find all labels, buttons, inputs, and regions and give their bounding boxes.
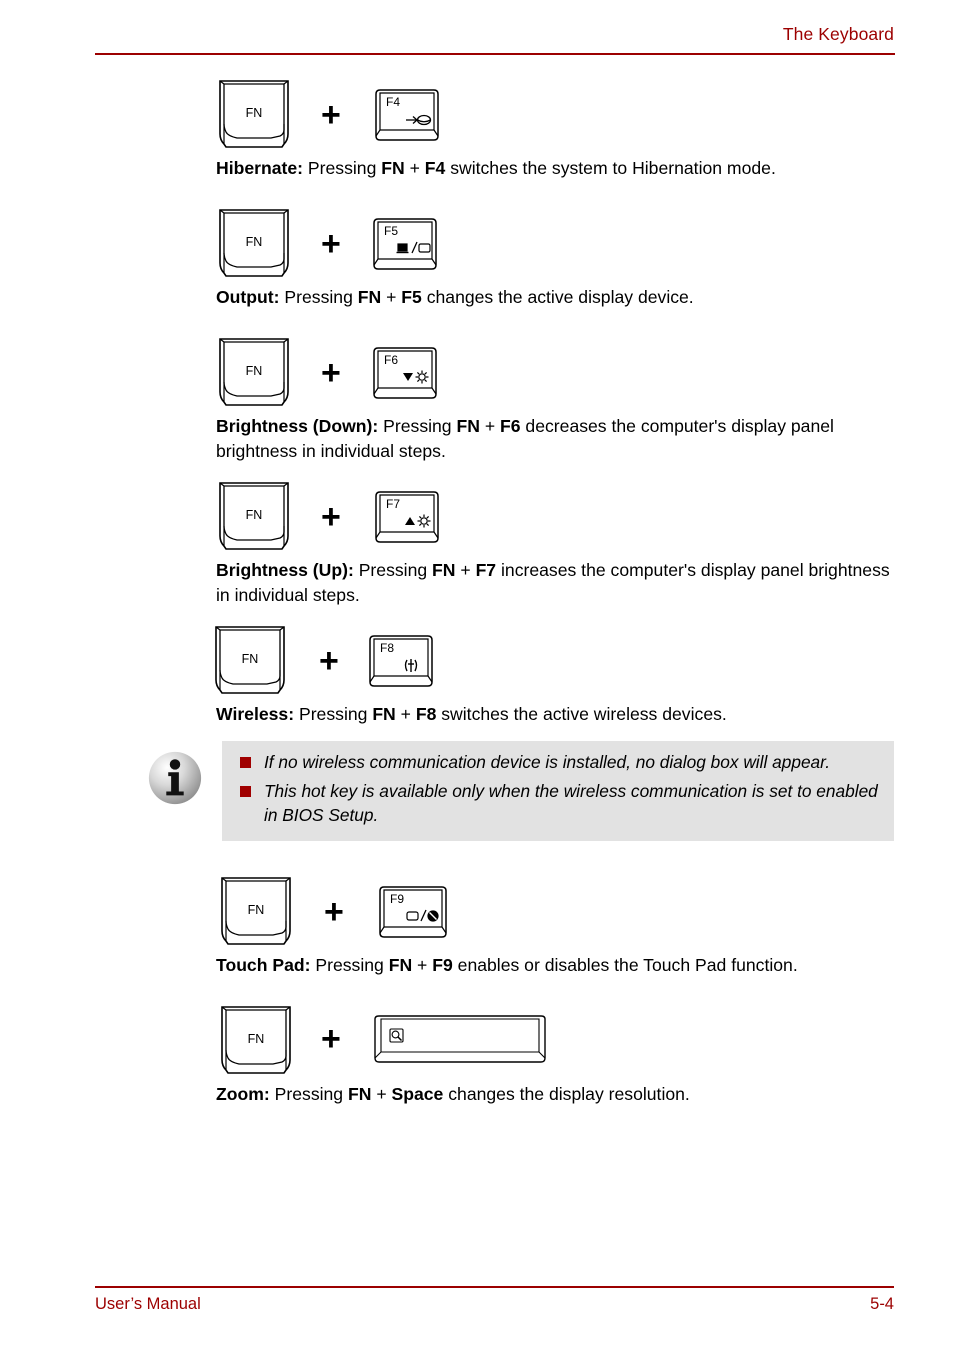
desc-hibernate: Hibernate: Pressing FN + F4 switches the… [0, 156, 954, 181]
fn-key-label: FN [246, 508, 263, 522]
hotkey-block-hibernate: FN + F4 Hibernate: Pressing FN + F4 swit… [0, 78, 954, 181]
note-bullet-icon [240, 757, 251, 768]
page-header: The Keyboard [95, 24, 895, 58]
key-row-f5: FN + F5 [0, 207, 954, 285]
header-divider [95, 53, 895, 55]
note-panel: If no wireless communication device is i… [222, 741, 894, 841]
fn-keycap: FN [219, 338, 289, 406]
footer-divider [95, 1286, 894, 1288]
fn-keycap: FN [219, 80, 289, 148]
desc-text-wireless: Pressing FN + F8 switches the active wir… [294, 704, 727, 724]
footer-manual-label: User’s Manual [95, 1295, 201, 1313]
fn-keycap: FN [215, 626, 285, 694]
plus-sign-f6: + [321, 354, 341, 392]
desc-brightness-up: Brightness (Up): Pressing FN + F7 increa… [0, 558, 954, 608]
fn-key-label: FN [248, 903, 265, 917]
f9-keycap: F9 [379, 886, 447, 938]
hotkey-block-brightness-down: FN + F6 Brightness (Down): Pressing FN +… [0, 336, 954, 464]
f5-keycap: F5 [373, 218, 437, 270]
note-item: This hot key is available only when the … [222, 779, 894, 828]
plus-sign-f5: + [321, 225, 341, 263]
f8-key-label: F8 [380, 641, 394, 655]
key-row-space: FN + [0, 1004, 954, 1082]
desc-label-output: Output: [216, 287, 280, 307]
hotkey-block-output: FN + F5 Output: Pressing FN + F5 changes… [0, 207, 954, 310]
fn-key-label: FN [242, 652, 259, 666]
fn-keycap: FN [221, 877, 291, 945]
desc-touchpad: Touch Pad: Pressing FN + F9 enables or d… [0, 953, 954, 978]
note-item-text: This hot key is available only when the … [264, 780, 878, 826]
spacebar-keycap [374, 1015, 546, 1063]
desc-brightness-down: Brightness (Down): Pressing FN + F6 decr… [0, 414, 954, 464]
fn-key-label: FN [248, 1032, 265, 1046]
desc-output: Output: Pressing FN + F5 changes the act… [0, 285, 954, 310]
desc-wireless: Wireless: Pressing FN + F8 switches the … [0, 702, 954, 727]
footer-page-number: 5-4 [870, 1295, 894, 1313]
desc-label-zoom: Zoom: [216, 1084, 270, 1104]
desc-label-hibernate: Hibernate: [216, 158, 304, 178]
fn-keycap: FN [219, 482, 289, 550]
key-row-f7: FN + F7 [0, 480, 954, 558]
f7-keycap: F7 [375, 491, 439, 543]
header-title: The Keyboard [782, 24, 894, 44]
desc-text-touchpad: Pressing FN + F9 enables or disables the… [310, 955, 798, 975]
note-item-text: If no wireless communication device is i… [264, 752, 831, 772]
desc-label-wireless: Wireless: [216, 704, 295, 724]
f4-key-label: F4 [386, 95, 400, 109]
desc-label-touchpad: Touch Pad: [216, 955, 311, 975]
plus-sign-f9: + [324, 893, 344, 931]
plus-sign-f7: + [321, 498, 341, 536]
f5-key-label: F5 [384, 224, 398, 238]
hotkey-block-touchpad: FN + F9 Touch Pad: Pressing FN + F9 enab… [0, 875, 954, 978]
f7-key-label: F7 [386, 497, 400, 511]
page-footer: User’s Manual 5-4 [95, 1286, 894, 1320]
plus-sign-f4: + [321, 96, 341, 134]
f8-keycap: F8 [369, 635, 433, 687]
note-item: If no wireless communication device is i… [222, 750, 894, 775]
note-box: If no wireless communication device is i… [0, 741, 954, 841]
hotkey-block-wireless: FN + F8 Wireless: Pressing FN + F8 switc… [0, 624, 954, 841]
desc-label-brightness-down: Brightness (Down): [216, 416, 379, 436]
key-row-f8: FN + F8 [0, 624, 954, 702]
fn-key-label: FN [246, 235, 263, 249]
desc-zoom: Zoom: Pressing FN + Space changes the di… [0, 1082, 954, 1107]
desc-text-output: Pressing FN + F5 changes the active disp… [279, 287, 694, 307]
key-row-f4: FN + F4 [0, 78, 954, 156]
key-row-f9: FN + F9 [0, 875, 954, 953]
document-content: FN + F4 Hibernate: Pressing FN + F4 swit… [0, 78, 954, 1107]
fn-key-label: FN [246, 106, 263, 120]
hotkey-block-brightness-up: FN + F7 Brightness (Up): Pressing FN + F… [0, 480, 954, 608]
desc-text-hibernate: Pressing FN + F4 switches the system to … [303, 158, 776, 178]
desc-text-zoom: Pressing FN + Space changes the display … [269, 1084, 690, 1104]
f6-keycap: F6 [373, 347, 437, 399]
hotkey-block-zoom: FN + Zoom: Pressing FN + Space changes t… [0, 1004, 954, 1107]
plus-sign-f8: + [319, 642, 339, 680]
f4-keycap: F4 [375, 89, 439, 141]
fn-keycap: FN [221, 1006, 291, 1074]
note-bullet-icon [240, 785, 251, 797]
fn-key-label: FN [246, 364, 263, 378]
info-icon [148, 751, 202, 805]
fn-keycap: FN [219, 209, 289, 277]
key-row-f6: FN + F6 [0, 336, 954, 414]
f6-key-label: F6 [384, 353, 398, 367]
desc-label-brightness-up: Brightness (Up): [216, 560, 354, 580]
f9-key-label: F9 [390, 892, 404, 906]
plus-sign-space: + [321, 1020, 341, 1058]
